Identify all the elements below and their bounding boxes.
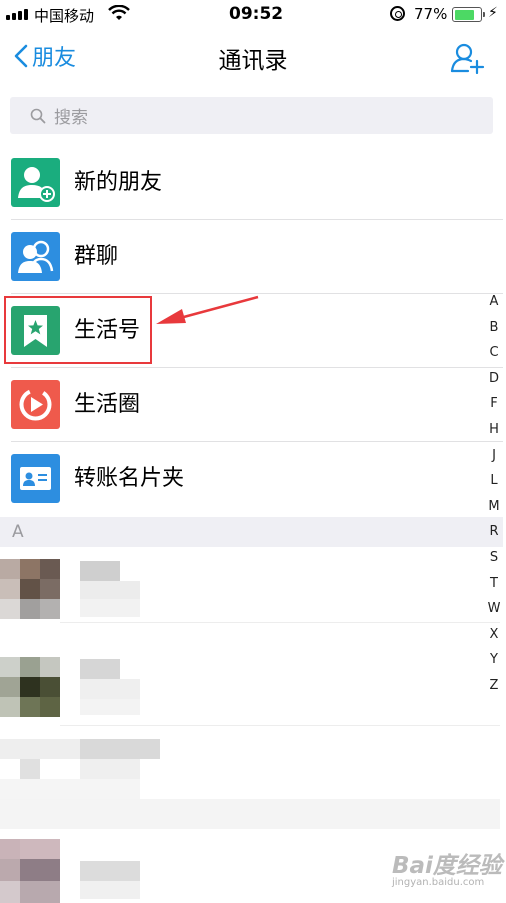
watermark: Bai度经验 jingyan.baidu.com (392, 846, 502, 896)
index-letter-c[interactable]: C (484, 340, 504, 366)
index-letter-l[interactable]: L (484, 468, 504, 494)
index-letter-y[interactable]: Y (484, 647, 504, 673)
add-contact-icon[interactable] (450, 42, 486, 74)
new-friend-icon (11, 158, 60, 207)
index-letter-a[interactable]: A (484, 289, 504, 315)
index-letter-r[interactable]: R (484, 519, 504, 545)
section-header: A (0, 517, 503, 547)
index-letter-j[interactable]: J (484, 443, 504, 469)
index-letter-m[interactable]: M (484, 494, 504, 520)
list-item-life-circle[interactable]: 生活圈 (0, 368, 503, 442)
annotation-arrow-icon (156, 295, 259, 324)
index-letter-w[interactable]: W (484, 596, 504, 622)
watermark-brand: Bai度经验 (392, 853, 502, 879)
list-item-label: 转账名片夹 (74, 466, 185, 491)
list-item-label: 群聊 (74, 244, 119, 269)
card-holder-icon (11, 454, 60, 503)
index-letter-x[interactable]: X (484, 622, 504, 648)
battery-percent: 77% (414, 5, 448, 23)
search-input[interactable]: 搜索 (10, 97, 493, 134)
battery-icon (452, 7, 485, 22)
index-letter-b[interactable]: B (484, 315, 504, 341)
search-placeholder: 搜索 (54, 108, 88, 128)
status-bar: 中国移动 09:52 77% ⚡ (0, 0, 506, 28)
index-letter-f[interactable]: F (484, 391, 504, 417)
list-item-label: 新的朋友 (74, 170, 163, 195)
life-circle-icon (11, 380, 60, 429)
charging-bolt-icon: ⚡ (488, 5, 498, 21)
clock: 09:52 (229, 4, 284, 24)
list-item-card-holder[interactable]: 转账名片夹 (0, 442, 503, 516)
list-item-group-chat[interactable]: 群聊 (0, 220, 503, 294)
list-item-label: 生活圈 (74, 392, 141, 417)
index-letter-t[interactable]: T (484, 571, 504, 597)
nav-bar: 朋友 通讯录 (0, 28, 506, 88)
list-item-new-friends[interactable]: 新的朋友 (0, 146, 503, 220)
signal-icon (6, 9, 28, 20)
orientation-lock-icon (390, 6, 405, 21)
index-letter-z[interactable]: Z (484, 673, 504, 699)
watermark-url: jingyan.baidu.com (392, 877, 485, 888)
index-letter-d[interactable]: D (484, 366, 504, 392)
page-title: 通讯录 (218, 48, 288, 74)
wifi-icon (108, 5, 130, 20)
index-letter-s[interactable]: S (484, 545, 504, 571)
alphabet-index[interactable]: ABCDFHJLMRSTWXYZ (484, 289, 504, 699)
search-icon (30, 108, 46, 123)
group-chat-icon (11, 232, 60, 281)
highlight-box (4, 296, 152, 364)
carrier-name: 中国移动 (34, 7, 95, 25)
index-letter-h[interactable]: H (484, 417, 504, 443)
